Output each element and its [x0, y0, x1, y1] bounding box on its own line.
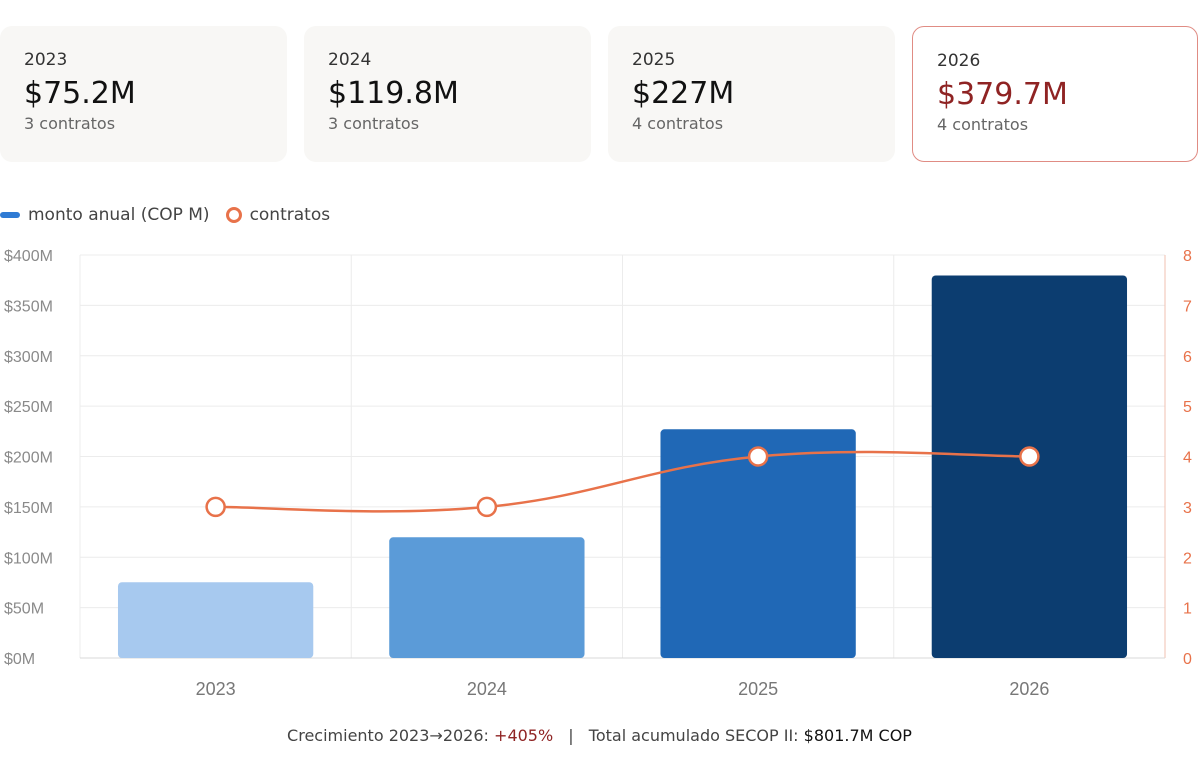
point-contratos-2025	[747, 446, 769, 467]
x-tick-label: 2025	[738, 679, 778, 699]
summary-cards: 2023 $75.2M 3 contratos 2024 $119.8M 3 c…	[0, 26, 1199, 162]
x-tick-label: 2024	[467, 679, 507, 699]
card-count: 4 contratos	[937, 115, 1029, 134]
y-left-tick-label: $0M	[4, 651, 35, 668]
legend-bar-label: monto anual (COP M)	[28, 205, 210, 225]
y-left-tick-label: $100M	[4, 550, 53, 567]
card-amount: $379.7M	[937, 77, 1068, 112]
y-left-tick-label: $150M	[4, 500, 53, 517]
y-left-tick-label: $300M	[4, 349, 53, 366]
point-contratos-2023	[205, 496, 226, 518]
card-year: 2023	[24, 50, 68, 70]
combo-chart: $0M $50M $100M $150M $200M $250M $300M $350M $40…	[4, 248, 1192, 699]
y-left-tick-label: $200M	[4, 450, 53, 467]
x-tick-label: 2023	[196, 679, 236, 699]
legend-line-swatch	[225, 207, 242, 223]
y-right-tick-label: 2	[1183, 550, 1192, 567]
y-right-tick-label: 7	[1183, 298, 1192, 315]
summary-card-2025: 2025 $227M 4 contratos	[608, 26, 895, 162]
point-contratos-2024	[476, 496, 498, 518]
chart-legend: monto anual (COP M) contratos	[0, 203, 330, 227]
summary-card-2024: 2024 $119.8M 3 contratos	[304, 26, 591, 162]
y-left-tick-label: $250M	[4, 399, 53, 416]
card-count: 3 contratos	[24, 114, 116, 133]
growth-label: Crecimiento 2023→2026:	[287, 726, 489, 745]
legend-bar-swatch	[0, 212, 20, 218]
total-value: $801.7M COP	[803, 726, 912, 745]
y-right-tick-label: 8	[1183, 248, 1192, 265]
bar-2023	[117, 582, 314, 658]
footer-separator: |	[568, 726, 574, 745]
y-right-tick-label: 4	[1183, 450, 1192, 467]
bar-2024	[389, 537, 585, 658]
y-left-tick-label: $350M	[4, 298, 53, 315]
point-contratos-2026	[1019, 446, 1040, 467]
summary-card-2026: 2026 $379.7M 4 contratos	[912, 26, 1198, 162]
card-amount: $75.2M	[24, 76, 136, 111]
y-right-tick-label: 0	[1183, 651, 1192, 668]
chart-footer: Crecimiento 2023→2026: +405% | Total acu…	[0, 726, 1199, 745]
card-year: 2024	[328, 50, 372, 70]
y-right-tick-label: 3	[1183, 500, 1192, 517]
y-right-tick-label: 6	[1183, 349, 1192, 366]
card-year: 2025	[632, 50, 676, 70]
card-amount: $119.8M	[328, 76, 459, 111]
legend-line-label: contratos	[249, 205, 331, 225]
y-right-tick-label: 5	[1183, 399, 1192, 416]
y-left-tick-label: $50M	[4, 601, 44, 618]
y-right-tick-label: 1	[1183, 601, 1192, 618]
total-label: Total acumulado SECOP II:	[588, 726, 799, 745]
card-year: 2026	[937, 51, 981, 71]
card-amount: $227M	[632, 76, 735, 111]
summary-card-2023: 2023 $75.2M 3 contratos	[0, 26, 287, 162]
y-left-tick-label: $400M	[4, 248, 53, 265]
x-tick-label: 2026	[1009, 679, 1049, 699]
growth-value: +405%	[494, 726, 554, 745]
card-count: 4 contratos	[632, 114, 724, 133]
card-count: 3 contratos	[328, 114, 420, 133]
